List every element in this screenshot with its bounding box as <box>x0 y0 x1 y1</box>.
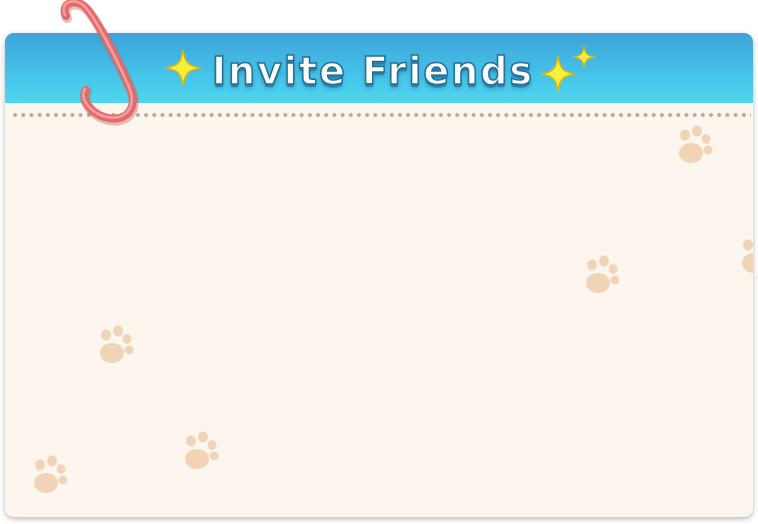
paw-print-icon <box>742 239 753 273</box>
paw-print-icon <box>100 325 134 363</box>
paperclip-icon <box>60 0 139 126</box>
sparkle-icon <box>540 45 596 91</box>
sparkle-icon <box>164 49 202 87</box>
paw-print-icon <box>185 431 219 469</box>
paw-print-icon <box>34 455 68 493</box>
paw-print-icon <box>679 125 713 163</box>
paw-print-icon <box>586 255 620 293</box>
dialog-title: Invite Friends <box>211 49 535 93</box>
invite-friends-dialog-stage: Invite Friends <box>0 0 758 524</box>
